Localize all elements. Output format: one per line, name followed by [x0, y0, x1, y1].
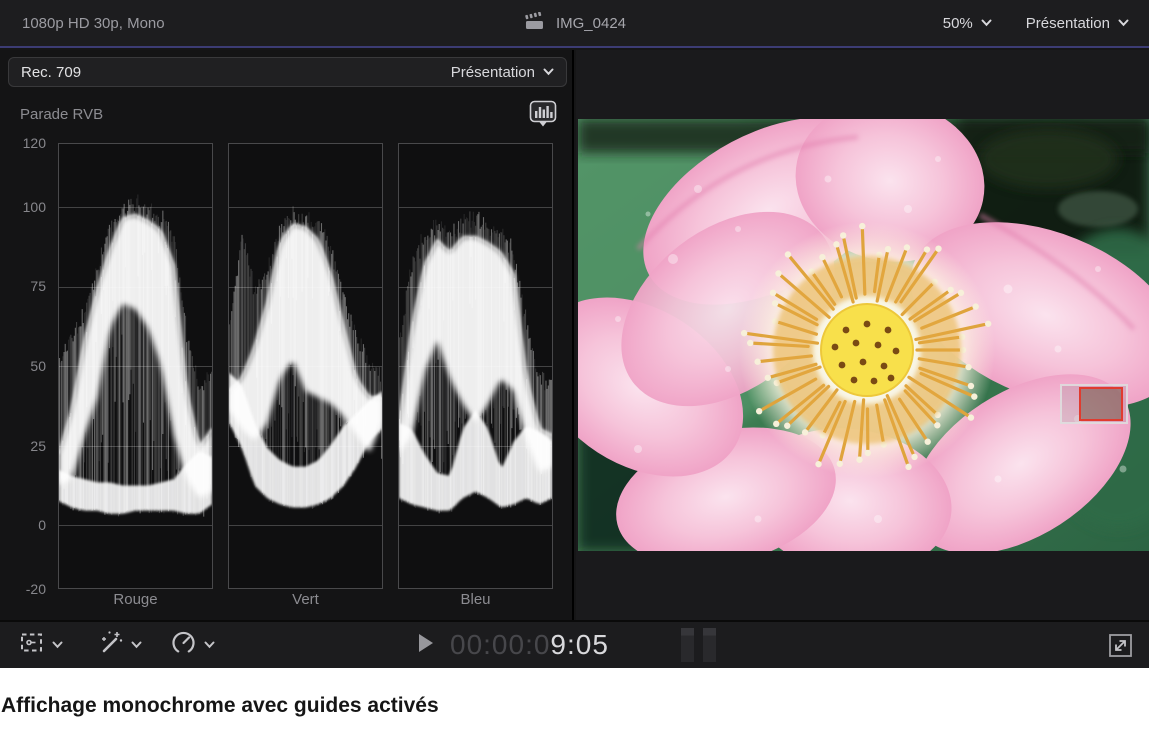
chevron-down-icon[interactable]: [52, 641, 63, 649]
chevron-down-icon[interactable]: [131, 641, 142, 649]
screenshot-stage: 1080p HD 30p, Mono: [0, 0, 1149, 734]
range-guide-inner-red: [1079, 387, 1123, 421]
audio-meter-right: [703, 628, 716, 662]
range-guide-overlay[interactable]: [1060, 384, 1128, 424]
clip-title-group: IMG_0424: [523, 0, 626, 46]
chevron-down-icon: [981, 19, 992, 27]
y-tick-25: 25: [6, 439, 46, 453]
y-tick-50: 50: [6, 359, 46, 373]
viewer-top-bar: 1080p HD 30p, Mono: [0, 0, 1149, 48]
timecode-display[interactable]: 00:00:09:05: [450, 629, 609, 661]
transform-menu-button[interactable]: [18, 629, 45, 661]
waveform-green-panel: [228, 143, 383, 589]
chevron-down-icon: [1118, 19, 1129, 27]
viewer-panel: [576, 50, 1149, 620]
scope-presentation-menu[interactable]: Présentation: [451, 64, 554, 81]
y-tick-neg20: -20: [6, 582, 46, 596]
colorspace-label: Rec. 709: [21, 64, 81, 81]
viewer-toolbar: 00:00:09:05: [0, 620, 1149, 668]
channel-label-red: Rouge: [58, 591, 213, 608]
channel-label-green: Vert: [228, 591, 383, 608]
scope-name-label: Parade RVB: [20, 106, 103, 123]
scope-settings-button[interactable]: [527, 98, 559, 131]
app-window: 1080p HD 30p, Mono: [0, 0, 1149, 668]
viewer-menus: 50% Présentation: [943, 0, 1129, 46]
timecode-current: 9:05: [550, 629, 609, 660]
timecode-dim: 00:00:0: [450, 629, 550, 660]
scope-header-bar: Rec. 709 Présentation: [8, 57, 567, 87]
clip-name-label: IMG_0424: [556, 15, 626, 32]
zoom-level-menu[interactable]: 50%: [943, 15, 992, 32]
retime-icon[interactable]: [170, 629, 197, 661]
chevron-down-icon[interactable]: [204, 641, 215, 649]
histogram-icon: [527, 118, 559, 135]
audio-meter-left: [681, 628, 694, 662]
chevron-down-icon: [543, 68, 554, 76]
video-scopes-panel: Rec. 709 Présentation Parade RVB: [0, 50, 574, 620]
presentation-menu[interactable]: Présentation: [1026, 15, 1129, 32]
wand-icon[interactable]: [95, 628, 124, 662]
y-tick-120: 120: [6, 136, 46, 150]
fullscreen-icon: [1107, 646, 1134, 663]
waveform-red-panel: [58, 143, 213, 589]
fullscreen-button[interactable]: [1107, 632, 1134, 659]
figure-caption: Affichage monochrome avec guides activés: [1, 694, 439, 718]
clip-format-label: 1080p HD 30p, Mono: [22, 0, 165, 46]
y-tick-75: 75: [6, 279, 46, 293]
audio-meters[interactable]: [681, 628, 716, 662]
channel-label-blue: Bleu: [398, 591, 553, 608]
y-tick-100: 100: [6, 200, 46, 214]
clapperboard-icon: [523, 12, 545, 35]
waveform-blue-panel: [398, 143, 553, 589]
y-tick-0: 0: [6, 518, 46, 532]
play-icon[interactable]: [418, 633, 434, 658]
video-frame-lotus: [578, 119, 1149, 551]
